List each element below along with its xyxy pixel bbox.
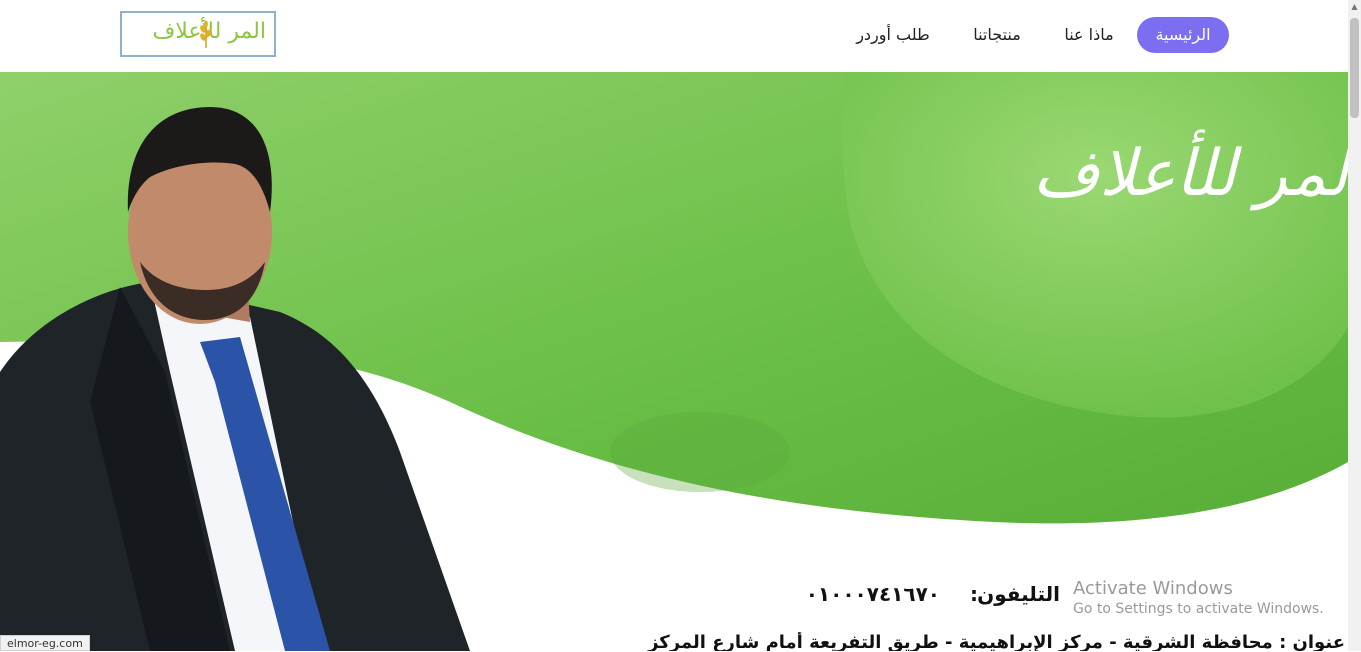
activate-title: Activate Windows (1073, 578, 1233, 599)
status-bar-url: elmor-eg.com (0, 635, 90, 651)
scroll-up-icon[interactable]: ▲ (1348, 0, 1361, 14)
navbar: المر للأعلاف الرئيسية ماذا عنا منتجاتنا … (0, 0, 1348, 72)
activate-subtitle: Go to Settings to activate Windows. (1073, 601, 1324, 617)
scroll-thumb[interactable] (1350, 18, 1359, 118)
page-scrollbar[interactable]: ▲ (1348, 0, 1361, 651)
phone-number: ٠١٠٠٠٧٤١٦٧٠ (805, 582, 940, 606)
phone-label: التليفون (977, 582, 1060, 606)
site-logo[interactable]: المر للأعلاف (120, 11, 276, 57)
phone-info: التليفون : ٠١٠٠٠٧٤١٦٧٠ (760, 582, 1060, 618)
wheat-icon (200, 20, 212, 48)
activate-windows-watermark: Activate Windows Go to Settings to activ… (1073, 578, 1324, 617)
address-text: عنوان : محافظة الشرقية - مركز الإبراهيمي… (648, 632, 1345, 651)
nav-about-link[interactable]: ماذا عنا (1060, 17, 1118, 53)
nav-order-link[interactable]: طلب أوردر (855, 17, 931, 53)
nav-products-link[interactable]: منتجاتنا (968, 17, 1026, 53)
nav-home-link[interactable]: الرئيسية (1137, 17, 1229, 53)
hero-brand-text: لمر للأعلاف (1032, 137, 1348, 211)
phone-separator: : (970, 582, 978, 606)
hero-banner: لمر للأعلاف التليفون : ٠١٠٠٠٧٤١٦٧٠ عنوان… (0, 72, 1348, 651)
